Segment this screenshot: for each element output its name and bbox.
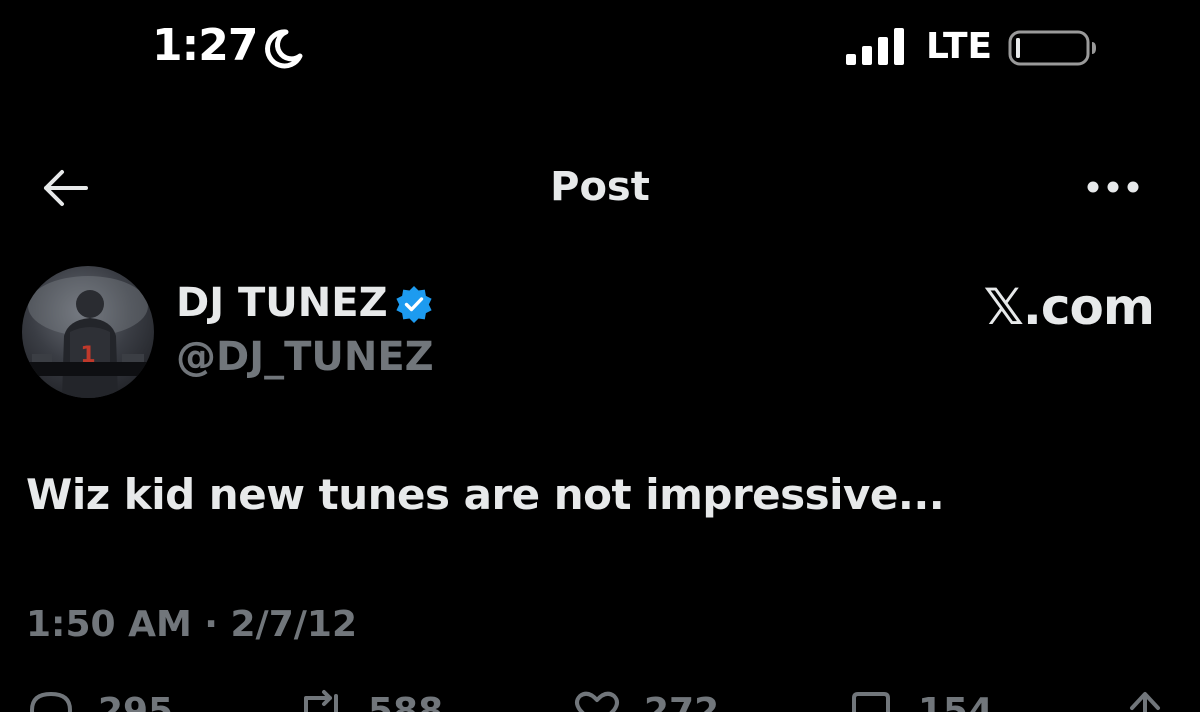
post-screen: 1:27 LTE Post 1 DJ TUNEZ @DJ_TUNEZ 𝕏.com… xyxy=(0,0,1200,712)
network-label: LTE xyxy=(926,26,993,67)
like-button[interactable]: 272 xyxy=(572,688,719,712)
battery-icon xyxy=(1008,30,1096,66)
repost-button[interactable]: 588 xyxy=(296,688,443,712)
share-button[interactable] xyxy=(1120,688,1170,712)
moon-icon xyxy=(265,29,303,69)
repost-count: 588 xyxy=(368,691,444,712)
avatar-image: 1 xyxy=(26,276,150,398)
author-display-name[interactable]: DJ TUNEZ xyxy=(176,280,388,326)
bookmark-button[interactable]: 154 xyxy=(846,688,993,712)
verified-badge-icon xyxy=(396,286,432,323)
post-timestamp[interactable]: 1:50 AM · 2/7/12 xyxy=(26,604,357,645)
share-icon xyxy=(1130,692,1160,712)
avatar[interactable]: 1 xyxy=(22,266,154,398)
signal-icon xyxy=(846,28,904,65)
post-text: Wiz kid new tunes are not impressive... xyxy=(26,470,945,519)
reply-icon xyxy=(29,691,73,712)
bookmark-count: 154 xyxy=(918,691,994,712)
author-handle[interactable]: @DJ_TUNEZ xyxy=(176,334,434,380)
reply-button[interactable]: 295 xyxy=(26,688,173,712)
like-icon xyxy=(575,691,619,712)
action-bar: 295 588 272 154 xyxy=(0,688,1200,712)
like-count: 272 xyxy=(644,691,720,712)
reply-count: 295 xyxy=(98,691,174,712)
x-watermark: 𝕏.com xyxy=(983,278,1155,336)
bookmark-icon xyxy=(852,692,890,712)
status-time: 1:27 xyxy=(152,20,258,71)
more-icon[interactable] xyxy=(1084,176,1142,198)
page-title: Post xyxy=(550,164,650,210)
repost-icon xyxy=(304,690,338,712)
